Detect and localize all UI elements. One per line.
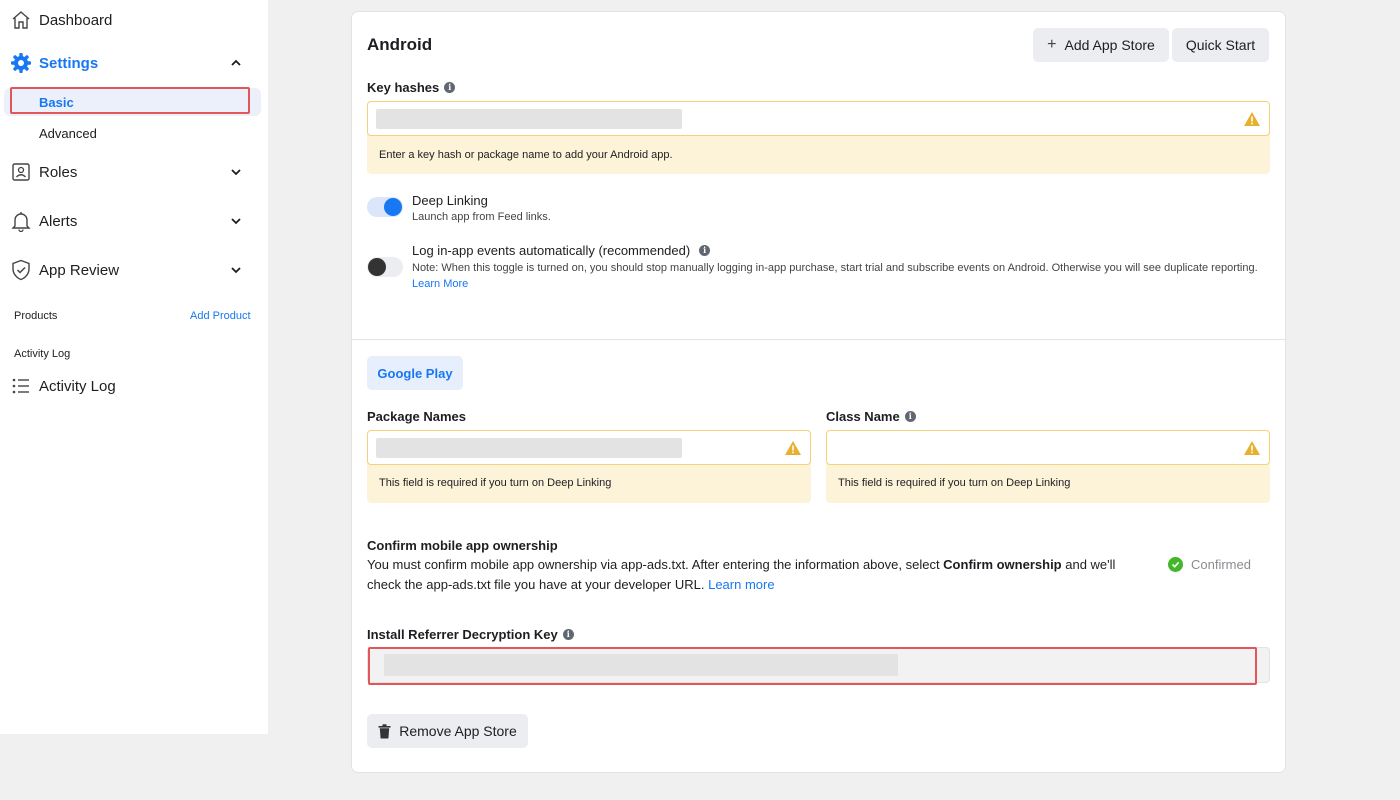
key-hashes-field: Enter a key hash or package name to add … — [367, 101, 1270, 174]
class-name-hint: This field is required if you turn on De… — [838, 477, 1071, 489]
package-names-label-text: Package Names — [367, 409, 467, 424]
decryption-key-label-text: Install Referrer Decryption Key — [367, 627, 558, 642]
package-names-hint: This field is required if you turn on De… — [379, 477, 612, 489]
id-badge-icon — [10, 161, 32, 183]
chevron-down-icon[interactable] — [228, 262, 244, 278]
class-name-label-text: Class Name — [826, 409, 900, 424]
log-events-title-row: Log in-app events automatically (recomme… — [412, 243, 711, 258]
sidebar-item-dashboard[interactable]: Dashboard — [0, 8, 262, 32]
add-app-store-button[interactable]: + Add App Store — [1033, 28, 1169, 62]
info-icon[interactable]: i — [562, 629, 574, 640]
redacted-value — [376, 109, 682, 129]
deep-linking-title: Deep Linking — [412, 193, 488, 208]
sidebar-item-label: Activity Log — [39, 377, 116, 395]
quick-start-button[interactable]: Quick Start — [1172, 28, 1269, 62]
sidebar-section-products: Products — [14, 310, 58, 322]
sidebar-item-roles[interactable]: Roles — [0, 160, 262, 184]
log-events-note: Note: When this toggle is turned on, you… — [412, 260, 1272, 292]
log-events-note-text: Note: When this toggle is turned on, you… — [412, 262, 1258, 274]
confirm-desc-bold: Confirm ownership — [943, 557, 1062, 572]
info-icon[interactable]: i — [904, 411, 916, 422]
deep-linking-toggle[interactable] — [367, 197, 403, 217]
package-names-label: Package Names — [367, 409, 466, 424]
sidebar-section-activity: Activity Log — [14, 348, 71, 360]
confirmed-label: Confirmed — [1191, 557, 1251, 572]
chevron-down-icon[interactable] — [228, 213, 244, 229]
sidebar-subitem-basic[interactable]: Basic — [4, 88, 261, 116]
confirmed-status: Confirmed — [1168, 557, 1251, 572]
add-product-link[interactable]: Add Product — [190, 310, 251, 322]
sidebar-subitem-label: Advanced — [39, 125, 97, 141]
learn-more-link[interactable]: Learn more — [708, 577, 774, 592]
remove-app-store-button[interactable]: Remove App Store — [367, 714, 528, 748]
warning-icon — [1244, 112, 1260, 126]
log-events-toggle[interactable] — [367, 257, 403, 277]
section-divider — [352, 339, 1285, 340]
trash-icon — [378, 723, 391, 739]
android-settings-card: Android + Add App Store Quick Start Key … — [352, 12, 1285, 772]
home-icon — [10, 9, 32, 31]
remove-app-store-label: Remove App Store — [399, 723, 517, 739]
sidebar-item-label: Dashboard — [39, 11, 113, 29]
info-icon[interactable]: i — [444, 82, 456, 93]
confirm-ownership-title: Confirm mobile app ownership — [367, 538, 558, 553]
decryption-key-input[interactable] — [367, 647, 1270, 683]
class-name-field: This field is required if you turn on De… — [826, 430, 1270, 503]
package-names-field: This field is required if you turn on De… — [367, 430, 811, 503]
key-hashes-input[interactable] — [367, 101, 1270, 136]
info-icon[interactable]: i — [699, 245, 711, 256]
plus-icon: + — [1047, 36, 1057, 53]
key-hashes-label: Key hashes i — [367, 80, 456, 95]
deep-linking-desc: Launch app from Feed links. — [412, 211, 551, 223]
tab-google-play[interactable]: Google Play — [367, 356, 463, 390]
sidebar-item-settings[interactable]: Settings — [0, 51, 262, 75]
confirm-ownership-desc: You must confirm mobile app ownership vi… — [367, 555, 1137, 595]
decryption-key-label: Install Referrer Decryption Key i — [367, 627, 574, 642]
sidebar-item-label: Settings — [39, 54, 99, 72]
shield-check-icon — [10, 259, 32, 281]
sidebar-item-label: Roles — [39, 163, 78, 181]
quick-start-label: Quick Start — [1185, 37, 1256, 53]
package-names-input[interactable] — [367, 430, 811, 465]
class-name-label: Class Name i — [826, 409, 916, 424]
class-name-input[interactable] — [826, 430, 1270, 465]
sidebar-subitem-advanced[interactable]: Advanced — [4, 119, 261, 147]
card-title: Android — [367, 35, 433, 54]
key-hashes-label-text: Key hashes — [367, 80, 440, 95]
sidebar-subitem-label: Basic — [39, 94, 74, 110]
redacted-value — [376, 438, 682, 458]
log-events-title: Log in-app events automatically (recomme… — [412, 243, 691, 258]
learn-more-link[interactable]: Learn More — [412, 278, 468, 290]
sidebar-item-label: App Review — [39, 261, 120, 279]
list-icon — [10, 375, 32, 397]
confirm-desc-text: You must confirm mobile app ownership vi… — [367, 557, 944, 572]
chevron-up-icon[interactable] — [228, 55, 244, 71]
check-circle-icon — [1168, 557, 1183, 572]
add-app-store-label: Add App Store — [1064, 37, 1155, 53]
sidebar-item-alerts[interactable]: Alerts — [0, 209, 262, 233]
warning-icon — [785, 441, 801, 455]
sidebar: Dashboard Settings Basic Advanced Roles … — [0, 0, 268, 734]
chevron-down-icon[interactable] — [228, 164, 244, 180]
warning-icon — [1244, 441, 1260, 455]
key-hashes-hint: Enter a key hash or package name to add … — [379, 149, 673, 161]
sidebar-item-app-review[interactable]: App Review — [0, 258, 262, 282]
bell-icon — [10, 210, 32, 232]
sidebar-item-activity-log[interactable]: Activity Log — [0, 374, 262, 398]
sidebar-item-label: Alerts — [39, 212, 78, 230]
gear-icon — [10, 52, 32, 74]
redacted-value — [384, 654, 898, 676]
